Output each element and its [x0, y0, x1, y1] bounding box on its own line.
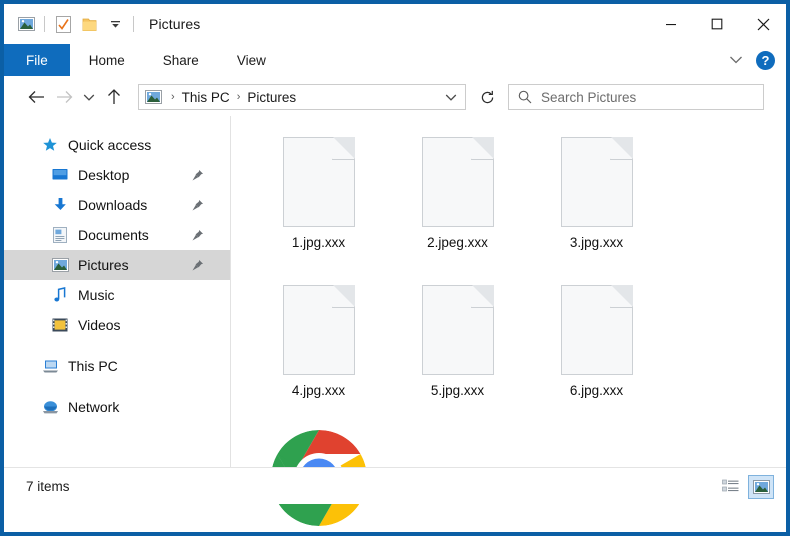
- address-dropdown-icon[interactable]: [441, 93, 461, 102]
- tab-home[interactable]: Home: [70, 44, 144, 76]
- close-button[interactable]: [740, 4, 786, 44]
- large-icons-view-button[interactable]: [748, 474, 774, 499]
- title-bar: Pictures: [4, 4, 786, 44]
- sidebar-label-network: Network: [68, 399, 120, 415]
- videos-icon: [50, 316, 70, 334]
- search-input[interactable]: Search Pictures: [541, 90, 636, 105]
- documents-icon: [50, 226, 70, 244]
- file-item[interactable]: 1.jpg.xxx: [249, 132, 388, 280]
- blank-document-icon: [527, 280, 666, 380]
- blank-document-icon: [527, 132, 666, 232]
- toolbar-divider-2: [133, 16, 134, 32]
- blank-document-icon: [249, 132, 388, 232]
- sidebar-item-quick-access[interactable]: Quick access: [4, 130, 230, 160]
- new-folder-icon[interactable]: [76, 11, 102, 37]
- tab-view[interactable]: View: [218, 44, 285, 76]
- search-box[interactable]: Search Pictures: [508, 84, 764, 110]
- pin-icon[interactable]: [190, 228, 204, 242]
- status-bar: 7 items: [4, 467, 786, 504]
- sidebar-item-this-pc[interactable]: This PC: [4, 351, 230, 381]
- explorer-body: Quick access Desktop Downloads Documents…: [4, 116, 786, 532]
- sidebar-item-music[interactable]: Music: [4, 280, 230, 310]
- view-toggle-group: [717, 468, 774, 505]
- sidebar-label-pictures: Pictures: [78, 257, 129, 273]
- up-button[interactable]: [100, 83, 128, 111]
- maximize-button[interactable]: [694, 4, 740, 44]
- pin-icon[interactable]: [190, 168, 204, 182]
- pictures-icon[interactable]: [13, 11, 39, 37]
- file-item[interactable]: 4.jpg.xxx: [249, 280, 388, 428]
- pin-icon[interactable]: [190, 258, 204, 272]
- refresh-button[interactable]: [474, 84, 500, 110]
- desktop-icon: [50, 166, 70, 184]
- sidebar-label-videos: Videos: [78, 317, 121, 333]
- music-icon: [50, 286, 70, 304]
- breadcrumb-separator-1[interactable]: ›: [171, 91, 175, 103]
- sidebar-label-quick-access: Quick access: [68, 137, 152, 153]
- this-pc-icon: [40, 357, 60, 375]
- blank-document-icon: [249, 280, 388, 380]
- sidebar-label-desktop: Desktop: [78, 167, 130, 183]
- file-explorer-window: PCrisk.com: [0, 0, 790, 536]
- search-icon: [509, 90, 541, 104]
- ribbon-tab-bar: File Home Share View ?: [4, 44, 786, 76]
- forward-button[interactable]: [50, 83, 78, 111]
- breadcrumb-pictures[interactable]: Pictures: [247, 90, 296, 105]
- sidebar-item-pictures[interactable]: Pictures: [4, 250, 230, 280]
- file-item[interactable]: 2.jpeg.xxx: [388, 132, 527, 280]
- file-name: 1.jpg.xxx: [291, 235, 346, 250]
- customize-chevron-icon[interactable]: [102, 11, 128, 37]
- sidebar-item-downloads[interactable]: Downloads: [4, 190, 230, 220]
- file-name: how_to_back_files.html: [260, 530, 378, 532]
- network-icon: [40, 398, 60, 416]
- file-item[interactable]: 6.jpg.xxx: [527, 280, 666, 428]
- file-name: 3.jpg.xxx: [569, 235, 624, 250]
- sidebar-item-network[interactable]: Network: [4, 392, 230, 422]
- file-item[interactable]: 5.jpg.xxx: [388, 280, 527, 428]
- pictures-folder-icon: [145, 89, 164, 105]
- blank-document-icon: [388, 132, 527, 232]
- file-list-pane[interactable]: 1.jpg.xxx 2.jpeg.xxx 3.jpg.xxx 4.jpg.xxx…: [231, 118, 786, 532]
- breadcrumb-separator-2[interactable]: ›: [237, 91, 241, 103]
- address-bar-row: › This PC › Pictures Search Pictures: [4, 76, 786, 118]
- back-button[interactable]: [22, 83, 50, 111]
- window-controls: [648, 4, 786, 44]
- ribbon-right-controls: ?: [723, 44, 780, 76]
- details-view-button[interactable]: [717, 475, 743, 499]
- minimize-button[interactable]: [648, 4, 694, 44]
- window-title: Pictures: [149, 16, 201, 32]
- tab-share[interactable]: Share: [144, 44, 218, 76]
- help-icon[interactable]: ?: [756, 50, 775, 70]
- sidebar-label-downloads: Downloads: [78, 197, 148, 213]
- address-bar[interactable]: › This PC › Pictures: [138, 84, 466, 110]
- properties-icon[interactable]: [50, 11, 76, 37]
- pictures-icon: [50, 256, 70, 274]
- tab-file[interactable]: File: [4, 44, 70, 76]
- item-count-label: 7 items: [26, 478, 70, 494]
- file-name: 4.jpg.xxx: [291, 383, 346, 398]
- breadcrumb-this-pc[interactable]: This PC: [182, 90, 230, 105]
- quick-access-toolbar: [4, 4, 139, 44]
- sidebar-label-music: Music: [78, 287, 115, 303]
- toolbar-divider: [44, 16, 45, 32]
- file-name: 2.jpeg.xxx: [427, 235, 488, 250]
- downloads-icon: [50, 196, 70, 214]
- chevron-down-icon[interactable]: [723, 47, 749, 73]
- sidebar-label-documents: Documents: [78, 227, 149, 243]
- blank-document-icon: [388, 280, 527, 380]
- pin-icon[interactable]: [190, 198, 204, 212]
- sidebar-item-documents[interactable]: Documents: [4, 220, 230, 250]
- sidebar-item-desktop[interactable]: Desktop: [4, 160, 230, 190]
- sidebar-item-videos[interactable]: Videos: [4, 310, 230, 340]
- star-icon: [40, 136, 60, 154]
- file-name: 6.jpg.xxx: [569, 383, 624, 398]
- navigation-pane: Quick access Desktop Downloads Documents…: [4, 118, 230, 467]
- recent-locations-chevron-icon[interactable]: [78, 83, 100, 111]
- file-name: 5.jpg.xxx: [430, 383, 485, 398]
- file-item[interactable]: 3.jpg.xxx: [527, 132, 666, 280]
- sidebar-label-this-pc: This PC: [68, 358, 118, 374]
